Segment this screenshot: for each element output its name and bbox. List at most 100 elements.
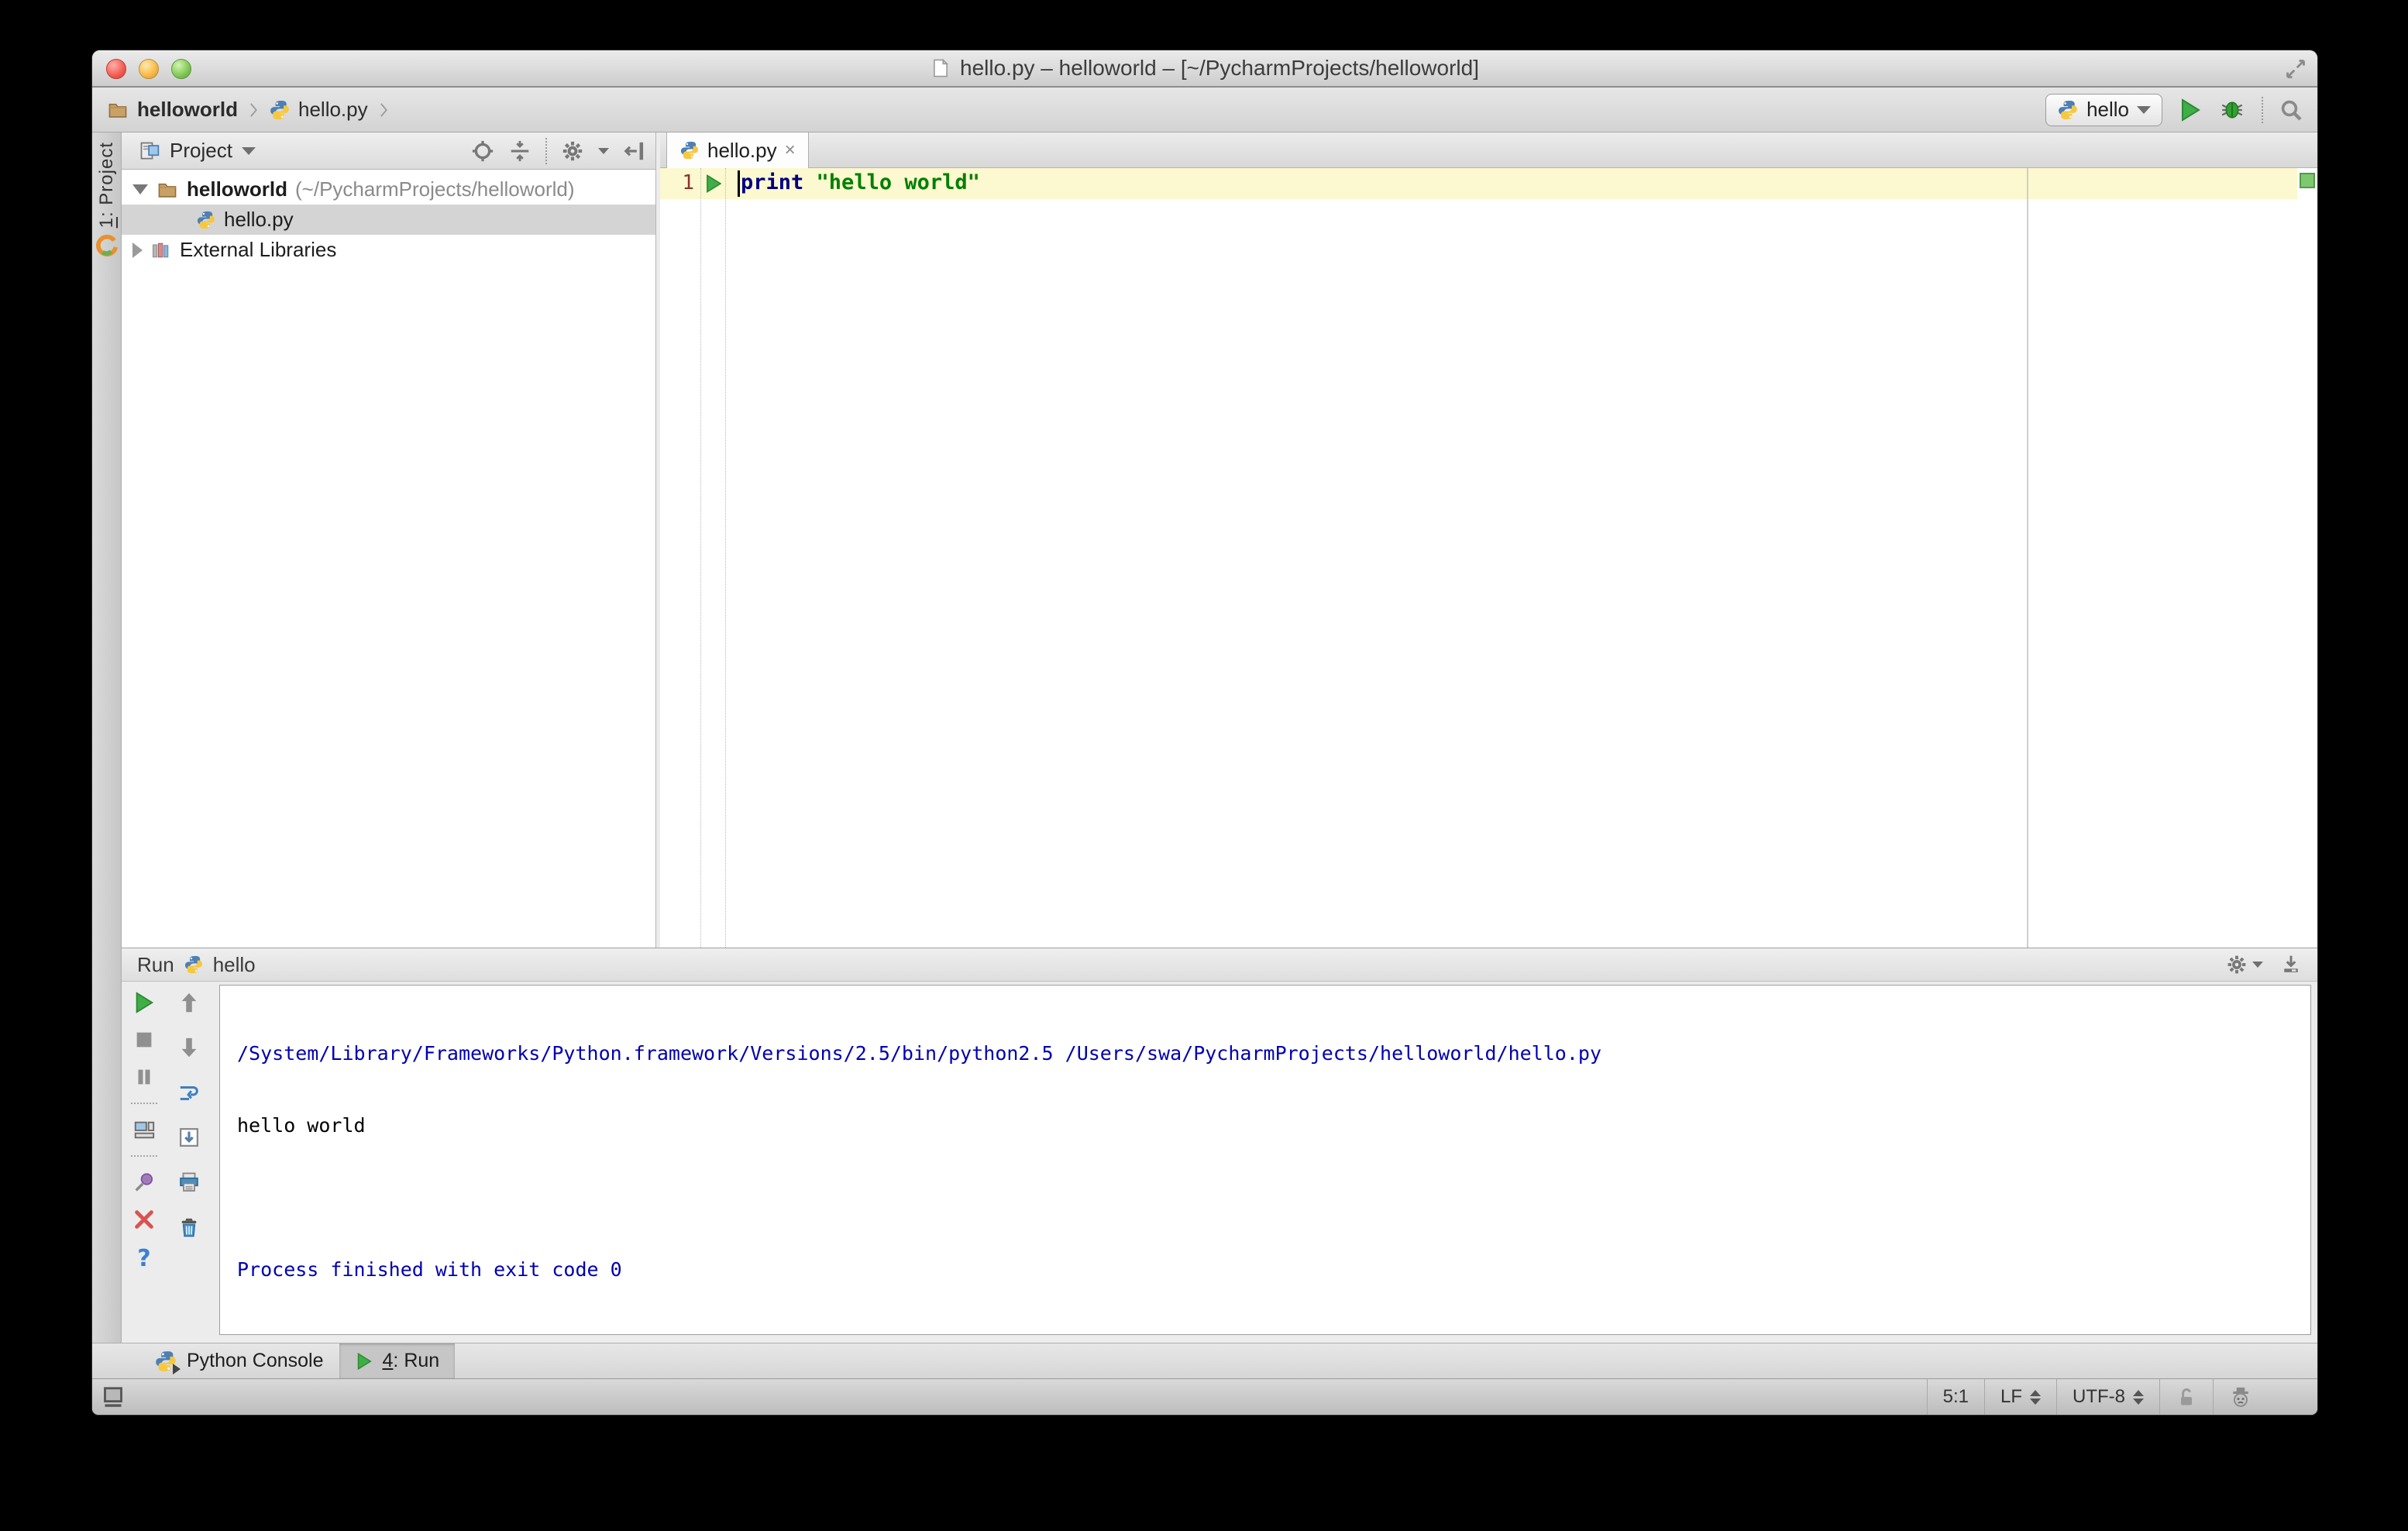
- editor-tab-hello-py[interactable]: hello.py ×: [666, 132, 809, 168]
- run-panel-header[interactable]: Run hello: [122, 948, 2317, 982]
- soft-wrap-button[interactable]: [177, 1081, 201, 1104]
- breadcrumb-project[interactable]: helloworld: [137, 98, 238, 122]
- restore-layout-button[interactable]: [132, 1118, 156, 1141]
- title-bar[interactable]: hello.py – helloworld – [~/PycharmProjec…: [92, 50, 2317, 88]
- tree-row-external-libraries[interactable]: External Libraries: [122, 235, 655, 265]
- pin-tab-button[interactable]: [132, 1171, 156, 1194]
- clear-all-button[interactable]: [177, 1216, 201, 1239]
- gutter-run-icon[interactable]: [703, 173, 724, 194]
- pycharm-window: hello.py – helloworld – [~/PycharmProjec…: [92, 50, 2317, 1415]
- tree-row-hello-py[interactable]: hello.py: [122, 205, 655, 235]
- stop-button[interactable]: [132, 1028, 156, 1051]
- right-margin-guide: [2027, 168, 2028, 948]
- up-stacktrace-button[interactable]: [177, 991, 201, 1014]
- line-number: 1: [682, 171, 694, 194]
- run-panel-body: ? /System/Library/Frameworks/Python.fram…: [122, 982, 2317, 1343]
- run-icon: [355, 1352, 373, 1371]
- gear-icon[interactable]: [561, 139, 584, 163]
- run-console-output[interactable]: /System/Library/Frameworks/Python.framew…: [219, 985, 2311, 1335]
- chevron-down-icon: [598, 147, 609, 154]
- fullscreen-icon[interactable]: [2285, 58, 2307, 80]
- tree-row-project-root[interactable]: helloworld (~/PycharmProjects/helloworld…: [122, 174, 655, 205]
- close-tab-icon[interactable]: ×: [785, 141, 796, 160]
- print-button[interactable]: [177, 1171, 201, 1194]
- window-title-group: hello.py – helloworld – [~/PycharmProjec…: [931, 56, 1479, 81]
- chevron-down-icon: [2252, 962, 2263, 968]
- python-file-icon: [269, 99, 291, 121]
- collapsed-arrow-icon[interactable]: [132, 242, 143, 258]
- run-toolbar: hello: [2045, 93, 2303, 126]
- toolbar-separator: [131, 1103, 157, 1104]
- breadcrumb-file[interactable]: hello.py: [298, 98, 368, 122]
- code-string: "hello world": [816, 170, 980, 194]
- editor-tab-label: hello.py: [707, 138, 777, 162]
- run-settings-group[interactable]: [2226, 954, 2263, 975]
- debug-button[interactable]: [2218, 97, 2246, 123]
- code-keyword: print: [741, 170, 804, 194]
- line-separator-widget[interactable]: LF: [1983, 1379, 2056, 1415]
- zoom-window-button[interactable]: [171, 59, 191, 79]
- down-stacktrace-button[interactable]: [177, 1036, 201, 1059]
- project-panel: Project helloworld (~/PycharmProjects/he…: [122, 132, 656, 948]
- run-tool-window-button[interactable]: 4: Run: [339, 1343, 456, 1378]
- project-view-icon: [139, 140, 160, 162]
- run-panel-tab-label[interactable]: hello: [213, 953, 256, 977]
- encoding-widget[interactable]: UTF-8: [2056, 1379, 2159, 1415]
- chevron-down-icon: [2137, 105, 2151, 114]
- python-console-button[interactable]: Python Console: [139, 1343, 339, 1378]
- python-logo-icon: [2057, 99, 2079, 121]
- console-line: Process finished with exit code 0: [237, 1258, 622, 1281]
- pause-output-button[interactable]: [132, 1065, 156, 1089]
- status-bar: 5:1 LF UTF-8: [92, 1378, 2317, 1415]
- project-tree: helloworld (~/PycharmProjects/helloworld…: [122, 170, 655, 265]
- run-panel-title: Run: [137, 952, 174, 976]
- search-everywhere-icon[interactable]: [2279, 98, 2303, 122]
- toolbar-separator: [545, 137, 547, 164]
- console-arrow-icon: [173, 1363, 181, 1374]
- inspection-profile-widget[interactable]: [2213, 1379, 2268, 1415]
- error-stripe[interactable]: [2297, 168, 2317, 948]
- breadcrumb: helloworld hello.py: [106, 98, 391, 122]
- editor-area: hello.py × 1 print "hello world": [660, 132, 2317, 948]
- hide-panel-icon[interactable]: [623, 139, 646, 163]
- minimize-window-button[interactable]: [139, 59, 159, 79]
- run-configuration-name: hello: [2086, 98, 2129, 121]
- inspection-status-ok-indicator[interactable]: [2300, 173, 2315, 188]
- run-button[interactable]: [2178, 97, 2203, 123]
- tree-node-name: External Libraries: [180, 238, 337, 261]
- editor-body[interactable]: 1 print "hello world": [660, 168, 2317, 948]
- collapse-all-icon[interactable]: [508, 139, 531, 163]
- hector-inspector-icon: [2229, 1385, 2252, 1409]
- tree-node-name: helloworld: [187, 177, 287, 201]
- updown-arrows-icon: [2030, 1389, 2041, 1405]
- tool-window-stripe: 1: Project: [92, 132, 122, 1343]
- bottom-tool-window-bar: Python Console 4: Run: [92, 1343, 2317, 1378]
- rerun-button[interactable]: [132, 991, 156, 1014]
- updown-arrows-icon: [2133, 1389, 2144, 1405]
- help-icon[interactable]: ?: [137, 1245, 150, 1272]
- run-configuration-select[interactable]: hello: [2045, 93, 2162, 126]
- tree-node-path: (~/PycharmProjects/helloworld): [295, 177, 575, 201]
- expanded-arrow-icon[interactable]: [132, 184, 148, 194]
- toggle-tool-windows-icon[interactable]: [101, 1385, 125, 1409]
- code-line-1[interactable]: print "hello world": [741, 170, 980, 194]
- project-stripe-button[interactable]: 1: Project: [92, 142, 122, 257]
- gear-icon[interactable]: [2226, 954, 2248, 975]
- locate-file-icon[interactable]: [471, 139, 494, 163]
- close-window-button[interactable]: [106, 59, 126, 79]
- project-view-select[interactable]: Project: [131, 136, 263, 166]
- read-only-toggle[interactable]: [2159, 1379, 2213, 1415]
- close-panel-button[interactable]: [132, 1208, 156, 1231]
- scroll-to-end-button[interactable]: [177, 1126, 201, 1149]
- python-file-icon: [196, 210, 216, 230]
- unlock-icon: [2176, 1386, 2197, 1408]
- run-tool-window-label: 4: Run: [382, 1350, 440, 1371]
- console-line: hello world: [237, 1114, 366, 1137]
- dock-panel-icon[interactable]: [2280, 954, 2302, 975]
- tree-node-name: hello.py: [224, 208, 294, 231]
- toolbar-separator: [131, 1155, 157, 1157]
- caret-position-widget[interactable]: 5:1: [1926, 1379, 1984, 1415]
- editor-tab-bar: hello.py ×: [660, 132, 2317, 168]
